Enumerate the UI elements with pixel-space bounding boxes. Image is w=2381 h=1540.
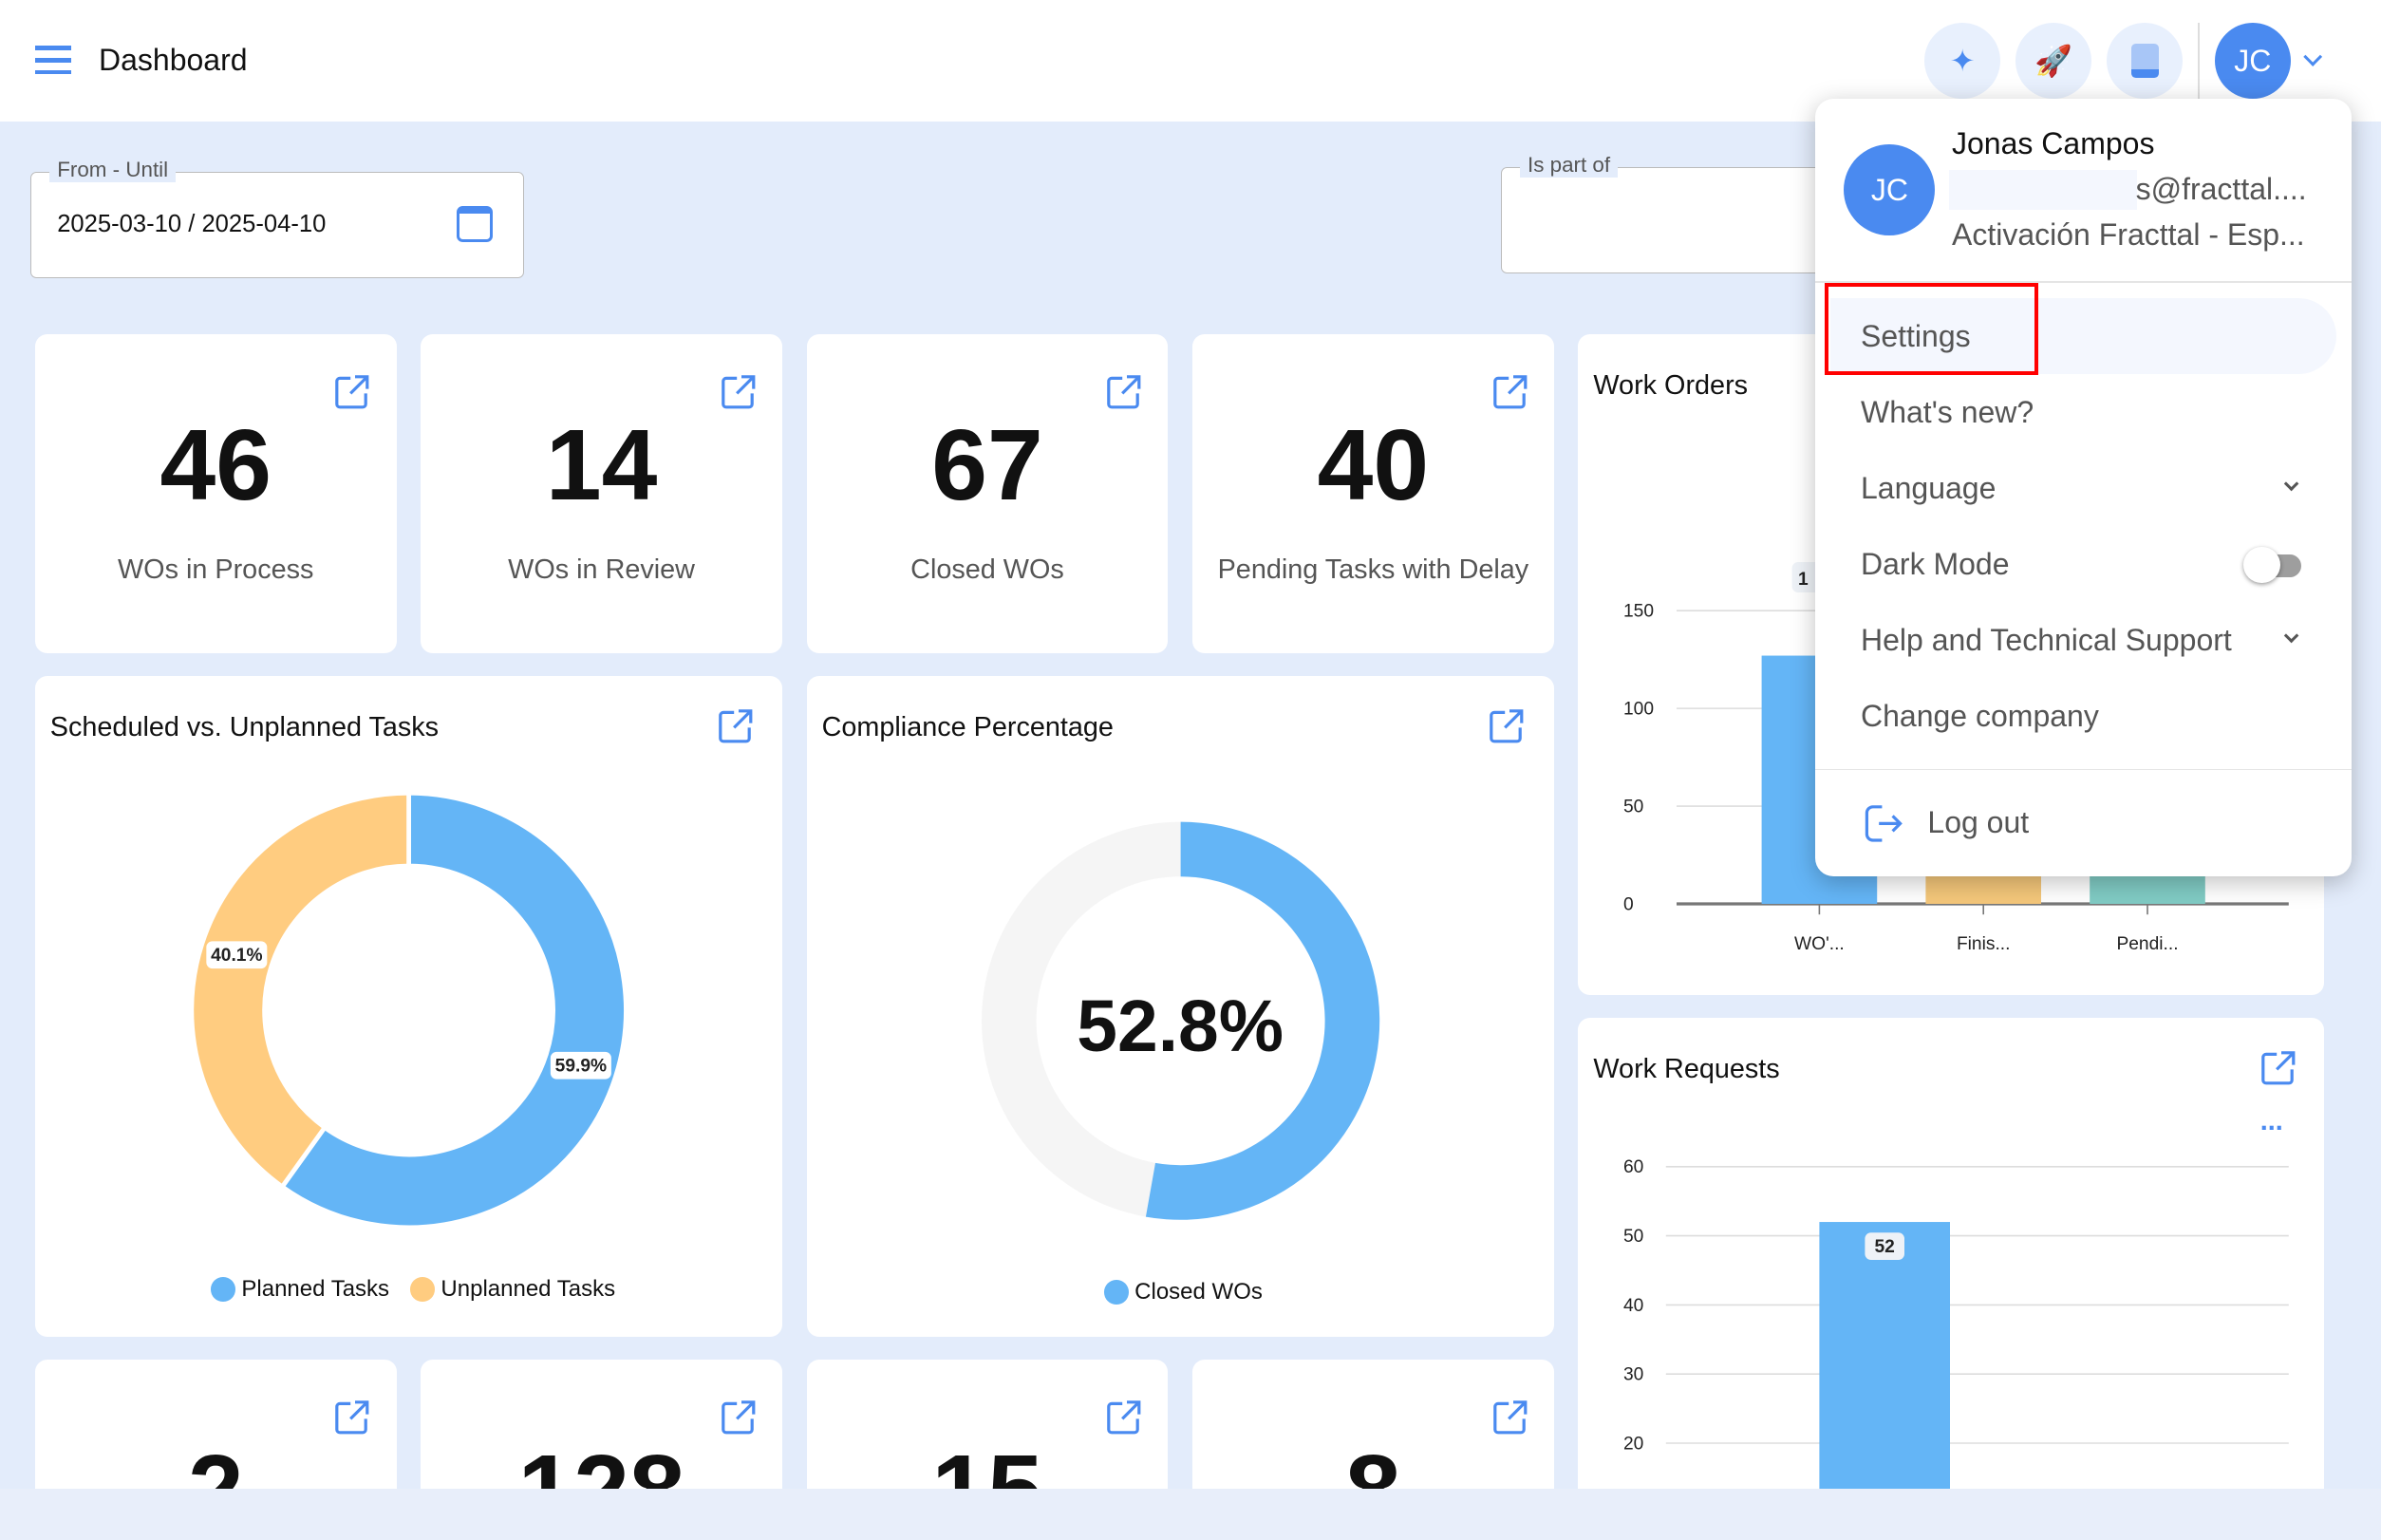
- open-external-icon[interactable]: [1104, 372, 1144, 412]
- kpi-label: Pending Tasks with Delay: [1192, 554, 1554, 586]
- menu-avatar: JC: [1844, 144, 1935, 235]
- menu-item-change-company[interactable]: Change company: [1861, 699, 2099, 734]
- user-menu: JC Jonas Campos s@fracttal.... Activació…: [1815, 99, 2352, 876]
- date-range-label: From - Until: [49, 158, 176, 182]
- hamburger-menu-icon[interactable]: [35, 46, 71, 76]
- menu-item-settings-label[interactable]: Settings: [1861, 319, 1971, 354]
- data-label: 1: [1798, 570, 1809, 590]
- rocket-button[interactable]: 🚀: [2015, 23, 2091, 99]
- kpi-value: 14: [421, 410, 782, 520]
- docs-button[interactable]: [2107, 23, 2183, 99]
- legend-unplanned-swatch: [410, 1277, 435, 1302]
- x-tick-label: Pendi...: [2117, 934, 2179, 954]
- chat-sparkle-icon: ✦: [1950, 43, 1976, 79]
- y-tick-label: 30: [1623, 1365, 1643, 1385]
- menu-item-help-support[interactable]: Help and Technical Support: [1861, 623, 2232, 658]
- kpi-label: WOs in Review: [421, 554, 782, 586]
- data-label: 52: [1875, 1237, 1895, 1257]
- page-title: Dashboard: [99, 43, 248, 78]
- open-external-icon[interactable]: [332, 372, 372, 412]
- donut-slice-1: [192, 793, 409, 1187]
- calendar-icon[interactable]: [457, 206, 493, 242]
- divider: [2198, 23, 2200, 99]
- menu-item-whats-new[interactable]: What's new?: [1861, 395, 2034, 430]
- logout-icon[interactable]: [1861, 802, 1903, 845]
- compliance-value: 52.8%: [807, 985, 1554, 1069]
- is-part-of-label: Is part of: [1520, 153, 1618, 178]
- kpi-value: 8: [1192, 1436, 1554, 1489]
- menu-item-logout[interactable]: Log out: [1927, 805, 2029, 840]
- kpi-card[interactable]: 14 WOs in Review: [421, 334, 782, 653]
- y-tick-label: 150: [1623, 602, 1654, 622]
- y-tick-label: 100: [1623, 700, 1654, 720]
- open-external-icon[interactable]: [1490, 372, 1530, 412]
- kpi-label: Closed WOs: [807, 554, 1169, 586]
- chevron-down-icon[interactable]: [2284, 629, 2299, 644]
- user-name: Jonas Campos: [1952, 126, 2154, 161]
- kpi-value: 40: [1192, 410, 1554, 520]
- ai-chat-button[interactable]: ✦: [1924, 23, 2000, 99]
- kpi-value: 128: [421, 1436, 782, 1489]
- legend-planned[interactable]: Planned Tasks: [241, 1276, 389, 1303]
- menu-item-dark-mode: Dark Mode: [1861, 547, 2010, 582]
- open-external-icon[interactable]: [1104, 1398, 1144, 1437]
- y-tick-label: 20: [1623, 1434, 1643, 1454]
- kpi-card[interactable]: 15: [807, 1360, 1169, 1489]
- kpi-card[interactable]: 40 Pending Tasks with Delay: [1192, 334, 1554, 653]
- avatar[interactable]: JC: [2215, 23, 2291, 99]
- open-external-icon[interactable]: [719, 1398, 759, 1437]
- date-range-value: 2025-03-10 / 2025-04-10: [57, 211, 326, 238]
- user-company: Activación Fracttal - Esp...: [1952, 217, 2305, 253]
- scheduled-vs-unplanned-card: Scheduled vs. Unplanned Tasks 59.9%40.1%…: [35, 676, 782, 1337]
- kpi-label: WOs in Process: [35, 554, 397, 586]
- y-tick-label: 60: [1623, 1157, 1643, 1177]
- chevron-down-icon[interactable]: [2284, 477, 2299, 492]
- x-tick-label: Finis...: [1957, 934, 2011, 954]
- work-requests-card: Work Requests ... 203040506052: [1578, 1018, 2324, 1489]
- y-tick-label: 0: [1623, 894, 1634, 914]
- kpi-value: 2: [35, 1436, 397, 1489]
- compliance-card: Compliance Percentage 52.8% Closed WOs: [807, 676, 1554, 1337]
- legend-closed-swatch: [1104, 1280, 1129, 1305]
- menu-item-language[interactable]: Language: [1861, 471, 1996, 506]
- y-tick-label: 50: [1623, 1227, 1643, 1247]
- email-redaction: [1949, 170, 2137, 210]
- kpi-card[interactable]: 8: [1192, 1360, 1554, 1489]
- kpi-value: 46: [35, 410, 397, 520]
- kpi-card[interactable]: 67 Closed WOs: [807, 334, 1169, 653]
- kpi-card[interactable]: 46 WOs in Process: [35, 334, 397, 653]
- legend-unplanned[interactable]: Unplanned Tasks: [441, 1276, 615, 1303]
- bar: [1820, 1222, 1951, 1489]
- open-external-icon[interactable]: [332, 1398, 372, 1437]
- legend-planned-swatch: [211, 1277, 235, 1302]
- open-external-icon[interactable]: [1490, 1398, 1530, 1437]
- open-external-icon[interactable]: [719, 372, 759, 412]
- kpi-value: 15: [807, 1436, 1169, 1489]
- legend-closed[interactable]: Closed WOs: [1134, 1279, 1263, 1305]
- y-tick-label: 40: [1623, 1296, 1643, 1316]
- data-label: 40.1%: [211, 946, 262, 966]
- dark-mode-toggle[interactable]: [2243, 550, 2301, 580]
- date-range-field[interactable]: From - Until 2025-03-10 / 2025-04-10: [30, 172, 524, 278]
- kpi-value: 67: [807, 410, 1169, 520]
- kpi-card[interactable]: 128: [421, 1360, 782, 1489]
- chevron-down-icon[interactable]: [2303, 47, 2322, 66]
- user-email: s@fracttal....: [2136, 172, 2307, 207]
- x-tick-label: WO'...: [1794, 934, 1845, 954]
- data-label: 59.9%: [554, 1057, 606, 1077]
- rocket-icon: 🚀: [2034, 43, 2072, 79]
- divider: [1815, 769, 2352, 771]
- book-icon: [2131, 44, 2159, 77]
- kpi-card[interactable]: 2: [35, 1360, 397, 1489]
- y-tick-label: 50: [1623, 797, 1643, 817]
